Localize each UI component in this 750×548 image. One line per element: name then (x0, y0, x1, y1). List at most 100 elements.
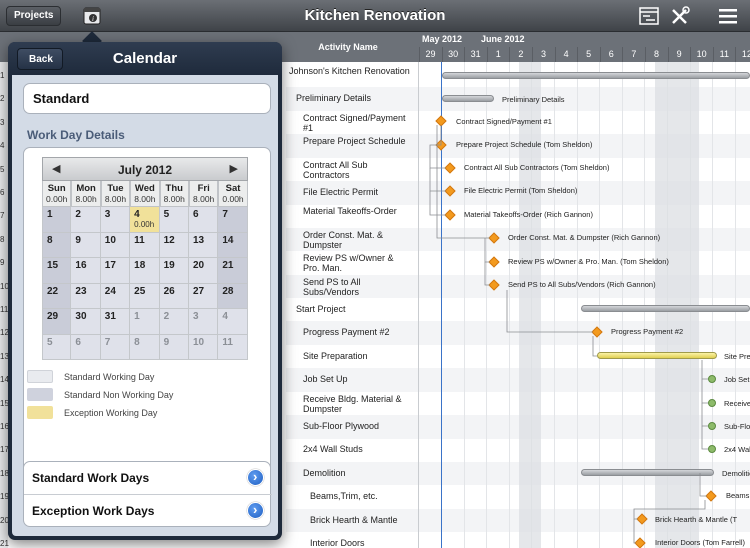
disclosure-icon[interactable] (247, 502, 264, 519)
activity-name[interactable]: Site Preparation (303, 351, 410, 361)
day-number: 6 (192, 209, 199, 220)
summary-bar[interactable] (442, 72, 750, 79)
calendar-day[interactable]: 30 (71, 309, 101, 335)
summary-bar[interactable] (442, 95, 494, 102)
activity-name[interactable]: Material Takeoffs-Order (303, 206, 410, 216)
calendar-day[interactable]: 2 (71, 207, 101, 233)
calendar-day[interactable]: 15 (42, 258, 72, 284)
calendar-day[interactable]: 11 (218, 334, 248, 360)
activity-name[interactable]: 2x4 Wall Studs (303, 444, 410, 454)
calendar-day[interactable]: 6 (188, 207, 219, 233)
calendar-day[interactable]: 8 (130, 334, 160, 360)
bar-label: 2x4 Wall (724, 445, 750, 454)
calendar-day[interactable]: 8 (42, 232, 72, 258)
activity-name[interactable]: Interior Doors (310, 538, 410, 548)
calendar-day[interactable]: 18 (130, 258, 160, 284)
day-number: 26 (163, 285, 175, 297)
bar-label: Review PS w/Owner & Pro. Man. (Tom Sheld… (508, 257, 669, 266)
calendar-day[interactable]: 7 (100, 334, 131, 360)
calendar-day[interactable]: 10 (100, 232, 131, 258)
calendar-day[interactable]: 28 (218, 283, 248, 309)
activity-name[interactable]: Progress Payment #2 (303, 327, 410, 337)
calendar-day[interactable]: 23 (71, 283, 101, 309)
calendar-day[interactable]: 3 (188, 309, 219, 335)
calendar-day[interactable]: 5 (42, 334, 72, 360)
calendar-day[interactable]: 25 (130, 283, 160, 309)
day-number: 3 (192, 311, 199, 322)
activity-name[interactable]: Prepare Project Schedule (303, 136, 410, 146)
calendar-day[interactable]: 17 (100, 258, 131, 284)
calendar-day[interactable]: 7 (218, 207, 248, 233)
day-number: 6 (75, 336, 81, 348)
task-dot[interactable] (708, 399, 716, 407)
activity-name[interactable]: File Electric Permit (303, 187, 410, 197)
task-dot[interactable] (708, 422, 716, 430)
calendar-day[interactable]: 5 (159, 207, 189, 233)
standard-work-days-row[interactable]: Standard Work Days (24, 462, 272, 494)
exception-work-days-row[interactable]: Exception Work Days (24, 495, 272, 527)
calendar-day[interactable]: 14 (218, 232, 248, 258)
activity-name[interactable]: Contract All Sub Contractors (303, 160, 410, 180)
month-label: May 2012 (422, 34, 463, 44)
activity-name[interactable]: Start Project (296, 304, 410, 314)
calendar-day[interactable]: 26 (159, 283, 189, 309)
menu-icon[interactable] (717, 6, 739, 26)
calendar-day[interactable]: 3 (100, 207, 131, 233)
gantt-chart-icon[interactable] (638, 6, 660, 26)
disclosure-icon[interactable] (247, 469, 264, 486)
calendar-day[interactable]: 1 (130, 309, 160, 335)
activity-name[interactable]: Contract Signed/Payment #1 (303, 113, 410, 133)
calendar-day[interactable]: 31 (100, 309, 131, 335)
calendar-day[interactable]: 9 (71, 232, 101, 258)
activity-name[interactable]: Demolition (303, 468, 410, 478)
weekday-name: Sun (47, 183, 66, 194)
activity-name[interactable]: Preliminary Details (296, 93, 410, 103)
activity-name-header[interactable]: Activity Name (286, 42, 410, 52)
calendar-day[interactable]: 29 (42, 309, 72, 335)
summary-bar[interactable] (581, 305, 750, 312)
tools-icon[interactable] (669, 6, 691, 26)
calendar-day[interactable]: 9 (159, 334, 189, 360)
day-header-cell: 7 (622, 47, 644, 62)
task-bar[interactable] (597, 352, 717, 359)
activity-name[interactable]: Brick Hearth & Mantle (310, 515, 410, 525)
calendar-day[interactable]: 12 (159, 232, 189, 258)
calendar-day[interactable]: 22 (42, 283, 72, 309)
calendar-day[interactable]: 16 (71, 258, 101, 284)
calendar-grid: Sun 0.00h Mon 8.00h Tue 8.00h Wed 8.00h Thu 8.00h… (42, 181, 248, 360)
day-number: 13 (192, 234, 205, 246)
calendar-day[interactable]: 4 0.00h (130, 207, 160, 233)
day-number: 17 (104, 260, 116, 271)
calendar-day[interactable]: 6 (71, 334, 101, 360)
calendar-day[interactable]: 13 (188, 232, 219, 258)
task-dot[interactable] (708, 445, 716, 453)
activity-name[interactable]: Johnson's Kitchen Renovation (289, 66, 410, 76)
calendar-day[interactable]: 24 (100, 283, 131, 309)
calendar-day[interactable]: 10 (188, 334, 219, 360)
day-number: 8 (47, 234, 53, 246)
calendar-day[interactable]: 4 (218, 309, 248, 335)
bar-label: Receive (724, 399, 750, 408)
activity-name[interactable]: Sub-Floor Plywood (303, 421, 410, 431)
summary-bar[interactable] (581, 469, 714, 476)
calendar-day[interactable]: 21 (218, 258, 248, 284)
calendar-day[interactable]: 27 (188, 283, 219, 309)
today-line (441, 62, 442, 548)
calendar-day[interactable]: 20 (188, 258, 219, 284)
activity-name[interactable]: Review PS w/Owner & Pro. Man. (303, 253, 410, 273)
activity-name[interactable]: Send PS to All Subs/Vendors (303, 277, 410, 297)
calendar-day[interactable]: 19 (159, 258, 189, 284)
task-dot[interactable] (708, 375, 716, 383)
calendar-day[interactable]: 1 (42, 207, 72, 233)
calendar-name-field[interactable]: Standard (23, 83, 271, 114)
activity-name[interactable]: Job Set Up (303, 374, 410, 384)
day-number: 15 (47, 260, 59, 271)
activity-name[interactable]: Receive Bldg. Material & Dumpster (303, 394, 410, 414)
next-month-icon[interactable]: ▶ (230, 162, 238, 175)
day-number: 7 (222, 209, 228, 220)
calendar-day[interactable]: 2 (159, 309, 189, 335)
activity-name[interactable]: Order Const. Mat. & Dumpster (303, 230, 410, 250)
bar-label: Order Const. Mat. & Dumpster (Rich Ganno… (508, 233, 661, 242)
activity-name[interactable]: Beams,Trim, etc. (310, 491, 410, 501)
calendar-day[interactable]: 11 (130, 232, 160, 258)
